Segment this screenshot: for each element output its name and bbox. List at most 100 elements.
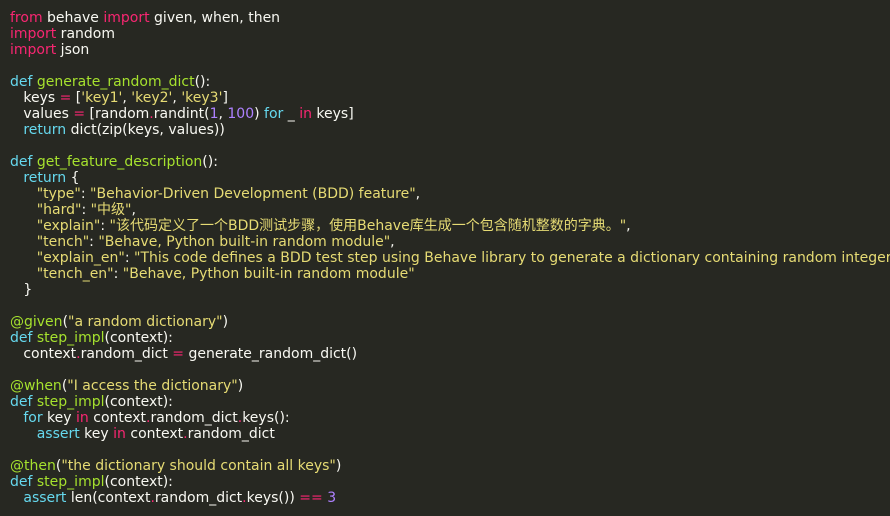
code-token: "This code defines a BDD test step using…: [134, 250, 890, 266]
code-token: "type": [36, 186, 81, 202]
code-token: (context):: [104, 394, 173, 410]
code-token: in: [76, 410, 89, 426]
code-token: step_impl: [36, 330, 105, 346]
code-token: ==: [299, 490, 323, 506]
code-token: :: [89, 234, 99, 250]
code-token: ,: [172, 90, 182, 106]
code-token: def: [10, 330, 37, 346]
code-token: ():: [202, 154, 218, 170]
code-token: import: [10, 26, 57, 42]
code-token: random_dict: [150, 410, 238, 426]
code-line: def generate_random_dict():: [10, 74, 890, 90]
code-token: len(context: [66, 490, 151, 506]
code-line: from behave import given, when, then: [10, 10, 890, 26]
code-token: assert: [23, 490, 67, 506]
code-token: context: [10, 346, 77, 362]
code-token: "the dictionary should contain all keys": [61, 458, 336, 474]
code-line: def step_impl(context):: [10, 330, 890, 346]
code-token: behave: [42, 10, 104, 26]
code-token: randint(: [153, 106, 210, 122]
code-token: ): [254, 106, 265, 122]
code-token: _: [283, 106, 300, 122]
code-token: 'key3': [181, 90, 223, 106]
code-token: def: [10, 154, 37, 170]
code-token: }: [10, 282, 33, 298]
code-token: (context):: [104, 474, 173, 490]
code-token: key: [79, 426, 114, 442]
code-token: random: [56, 26, 115, 42]
code-token: @when: [10, 378, 62, 394]
code-line: @then("the dictionary should contain all…: [10, 458, 890, 474]
code-token: ): [237, 378, 244, 394]
code-token: random_dict: [187, 426, 275, 442]
code-token: get_feature_description: [36, 154, 203, 170]
code-token: ():: [194, 74, 211, 90]
code-token: ,: [626, 218, 631, 234]
code-line: for key in context.random_dict.keys():: [10, 410, 890, 426]
code-token: import: [10, 42, 57, 58]
code-token: def: [10, 474, 37, 490]
code-token: generate_random_dict(): [184, 346, 358, 362]
code-token: values: [10, 106, 74, 122]
code-token: "中级": [90, 202, 132, 218]
code-token: :: [124, 250, 135, 266]
code-token: keys: [10, 90, 60, 106]
code-token: :: [113, 266, 123, 282]
code-token: keys]: [311, 106, 354, 122]
code-line: "tench": "Behave, Python built-in random…: [10, 234, 890, 250]
code-token: "Behave, Python built-in random module": [122, 266, 415, 282]
code-token: "该代码定义了一个BDD测试步骤，使用Behave库生成一个包含随机整数的字典。…: [109, 218, 627, 234]
code-token: "tench": [36, 234, 90, 250]
code-token: ,: [415, 186, 421, 202]
code-line: "tench_en": "Behave, Python built-in ran…: [10, 266, 890, 282]
code-line: "hard": "中级",: [10, 202, 890, 218]
code-token: 100: [227, 106, 255, 122]
code-token: def: [10, 394, 37, 410]
code-token: random_dict: [80, 346, 173, 362]
code-line: "explain_en": "This code defines a BDD t…: [10, 250, 890, 266]
code-token: @then: [10, 458, 56, 474]
code-token: @given: [10, 314, 63, 330]
code-token: "hard": [36, 202, 82, 218]
code-token: =: [172, 346, 185, 362]
code-token: :: [80, 186, 91, 202]
code-token: :: [81, 202, 91, 218]
code-token: [: [71, 90, 82, 106]
code-token: return: [23, 170, 67, 186]
code-token: (context):: [104, 330, 173, 346]
code-token: def: [10, 74, 37, 90]
code-line: context.random_dict = generate_random_di…: [10, 346, 890, 362]
code-line: keys = ['key1', 'key2', 'key3']: [10, 90, 890, 106]
code-token: key: [42, 410, 77, 426]
code-line: def step_impl(context):: [10, 474, 890, 490]
code-token: {: [66, 170, 80, 186]
code-token: for: [264, 106, 284, 122]
code-token: given, when, then: [149, 10, 281, 26]
code-line: assert key in context.random_dict: [10, 426, 890, 442]
code-editor[interactable]: from behave import given, when, then impo…: [0, 0, 890, 516]
code-token: =: [73, 106, 86, 122]
code-token: "tench_en": [36, 266, 114, 282]
code-token: 3: [327, 490, 337, 506]
code-token: "Behave, Python built-in random module": [98, 234, 391, 250]
code-token: "a random dictionary": [68, 314, 223, 330]
code-line: "explain": "该代码定义了一个BDD测试步骤，使用Behave库生成一…: [10, 218, 890, 234]
code-token: for: [23, 410, 43, 426]
code-token: 'key2': [131, 90, 173, 106]
code-token: 'key1': [81, 90, 123, 106]
code-line: return {: [10, 170, 890, 186]
code-line: assert len(context.random_dict.keys()) =…: [10, 490, 890, 506]
code-token: ,: [131, 202, 136, 218]
